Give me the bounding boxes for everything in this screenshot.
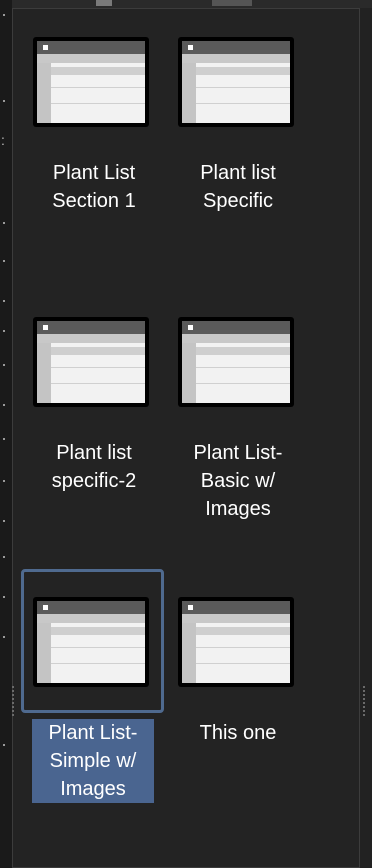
edge-tick [3, 330, 5, 332]
table-layout-icon [178, 317, 294, 407]
edge-tick [3, 596, 5, 598]
edge-tick [3, 438, 5, 440]
edge-tick [3, 100, 5, 102]
edge-tick [3, 636, 5, 638]
edge-tick [3, 260, 5, 262]
edge-glyph: : [1, 132, 5, 148]
edge-tick [3, 222, 5, 224]
tile-label: Plant List- Basic w/Images [193, 442, 283, 520]
toolbar-icon [96, 0, 112, 6]
edge-tick [3, 744, 5, 746]
edge-tick [3, 520, 5, 522]
edge-tick [3, 300, 5, 302]
table-layout-icon [178, 37, 294, 127]
tile-label: This one [199, 722, 277, 744]
toolbar-icon [212, 0, 252, 6]
table-layout-icon [178, 597, 294, 687]
tile-label: Plant List Section 1 [52, 162, 136, 212]
resize-handle-right[interactable] [363, 686, 369, 716]
tile-label-selected: Plant List- Simple w/Images [32, 719, 154, 803]
table-layout-icon [33, 317, 149, 407]
table-layout-icon [33, 597, 149, 687]
resize-handle-left[interactable] [12, 686, 18, 716]
top-toolbar-fragment [12, 0, 372, 8]
edge-tick [3, 404, 5, 406]
edge-tick [3, 364, 5, 366]
edge-tick [3, 556, 5, 558]
tile-label: Plant list Specific [200, 162, 276, 212]
tile-label: Plant list specific-2 [51, 442, 137, 492]
edge-tick [3, 14, 5, 16]
table-layout-icon [33, 37, 149, 127]
edge-tick [3, 480, 5, 482]
